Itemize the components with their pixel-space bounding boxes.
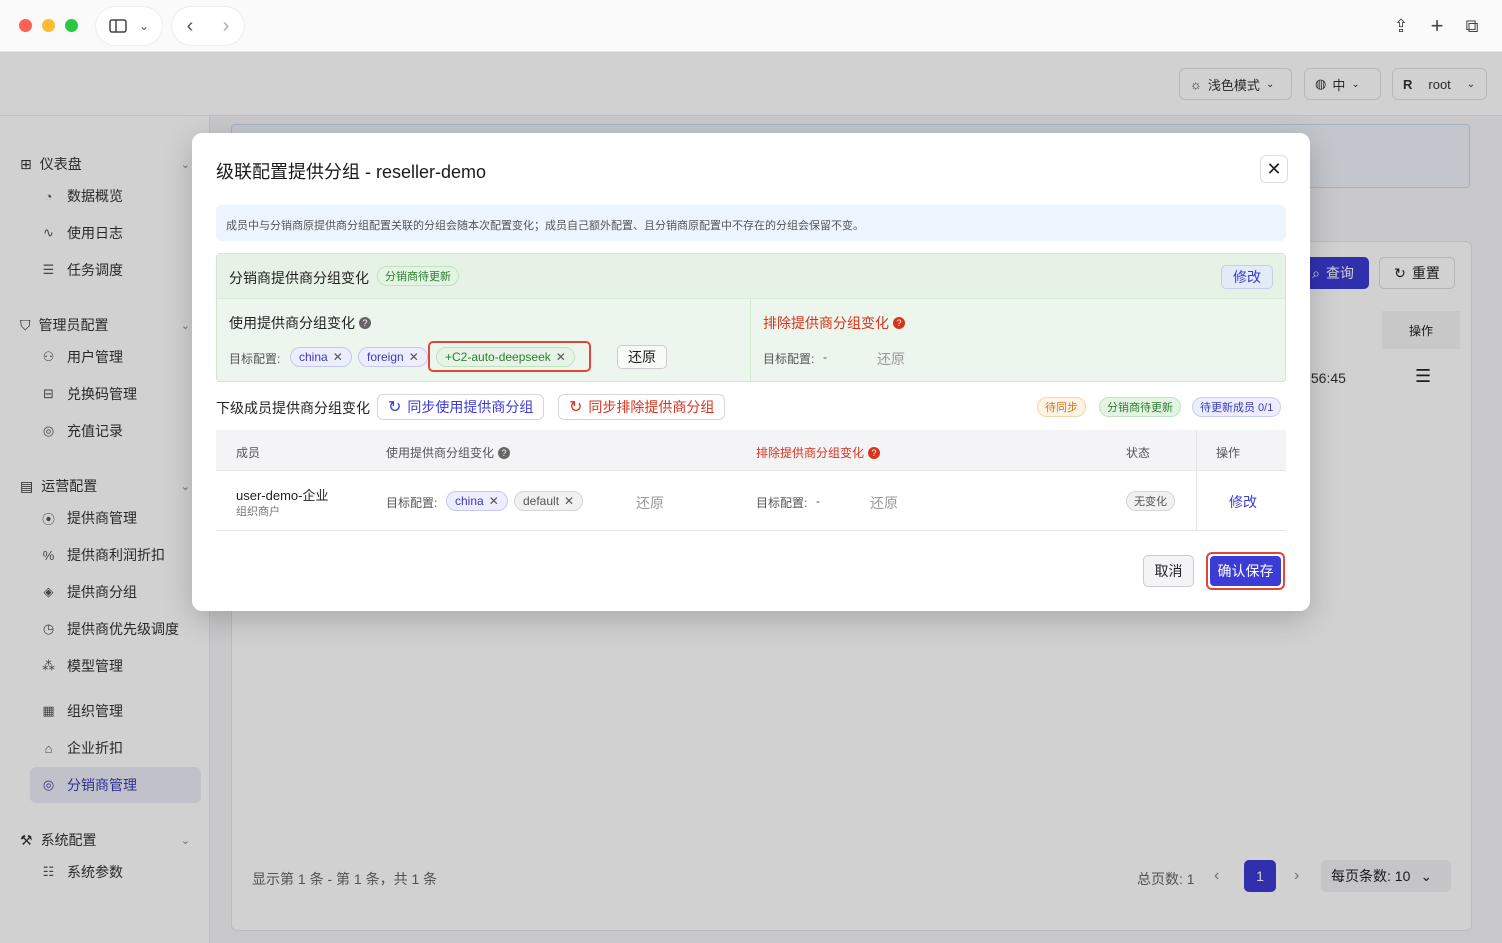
col-header-exclude: 排除提供商分组变化?: [756, 444, 881, 461]
sync-exclude-groups-button[interactable]: ↻ 同步排除提供商分组: [558, 394, 726, 420]
exclude-title-text: 排除提供商分组变化: [763, 315, 889, 331]
use-tag-china: china ✕: [290, 347, 352, 367]
sidebar-toggle-button[interactable]: ⌄: [96, 7, 162, 45]
sync-use-label: 同步使用提供商分组: [407, 399, 534, 415]
close-icon[interactable]: ✕: [556, 350, 566, 364]
pending-sync-badge: 待同步: [1037, 397, 1086, 417]
close-icon: ✕: [1266, 158, 1282, 179]
edit-reseller-button[interactable]: 修改: [1221, 265, 1273, 289]
sync-use-groups-button[interactable]: ↻ 同步使用提供商分组: [377, 394, 545, 420]
help-icon[interactable]: ?: [359, 317, 371, 329]
divider: [1196, 471, 1197, 531]
tag-label: china: [299, 350, 328, 364]
close-modal-button[interactable]: ✕: [1260, 155, 1288, 183]
reseller-change-header: 分销商提供商分组变化 分销商待更新 修改: [217, 254, 1285, 299]
modal-title: 级联配置提供分组 - reseller-demo: [216, 162, 487, 182]
table-header: [216, 430, 1196, 471]
col-header-member: 成员: [236, 446, 261, 460]
close-window-button[interactable]: [19, 19, 32, 32]
sidebar-icon: [109, 19, 127, 33]
close-icon[interactable]: ✕: [333, 350, 343, 364]
exclude-value: -: [823, 350, 827, 364]
col-header-use: 使用提供商分组变化?: [386, 444, 511, 461]
exclude-change-title: 排除提供商分组变化?: [763, 313, 905, 333]
cancel-button[interactable]: 取消: [1143, 555, 1194, 587]
use-tag-foreign: foreign ✕: [358, 347, 428, 367]
target-label: 目标配置:: [386, 496, 438, 510]
table-row: user-demo-企业 组织商户 目标配置: china ✕ default ✕ …: [216, 471, 1286, 531]
tag-label: default: [523, 494, 560, 508]
member-exclude-value: -: [816, 494, 820, 508]
use-restore-button[interactable]: 还原: [617, 345, 667, 369]
tag-label: +C2-auto-deepseek: [445, 350, 551, 364]
zoom-window-button[interactable]: [65, 19, 78, 32]
chevron-down-icon: ⌄: [138, 19, 150, 33]
member-section-title: 下级成员提供商分组变化: [216, 400, 370, 416]
member-tag-default: default ✕: [514, 491, 584, 511]
member-status-badge: 无变化: [1126, 491, 1175, 511]
table-header-ops: [1196, 430, 1286, 471]
target-label: 目标配置:: [763, 352, 815, 366]
back-icon[interactable]: ‹: [187, 15, 194, 38]
col-header-ops: 操作: [1216, 446, 1241, 460]
close-icon[interactable]: ✕: [564, 494, 574, 508]
help-icon[interactable]: ?: [893, 317, 905, 329]
share-icon[interactable]: ⇪: [1390, 15, 1412, 37]
close-icon[interactable]: ✕: [489, 494, 499, 508]
info-banner: 成员中与分销商原提供商分组配置关联的分组会随本次配置变化；成员自己额外配置、且分…: [216, 205, 1286, 241]
member-type: 组织商户: [236, 506, 280, 518]
member-table: 成员 使用提供商分组变化? 排除提供商分组变化? 状态 操作 user-demo…: [216, 430, 1286, 531]
tabs-overview-icon[interactable]: ⧉: [1461, 15, 1483, 37]
target-label: 目标配置:: [756, 496, 808, 510]
help-icon[interactable]: ?: [498, 446, 511, 459]
reseller-change-panel: 分销商提供商分组变化 分销商待更新 修改 使用提供商分组变化? 目标配置: ch…: [216, 253, 1286, 382]
use-tag-c2-auto-deepseek: +C2-auto-deepseek ✕: [436, 347, 575, 367]
header-text: 排除提供商分组变化: [756, 446, 865, 460]
cascade-config-modal: 级联配置提供分组 - reseller-demo ✕ 成员中与分销商原提供商分组…: [192, 133, 1310, 611]
sync-exclude-label: 同步排除提供商分组: [588, 399, 715, 415]
reseller-section-title: 分销商提供商分组变化: [229, 270, 369, 286]
member-tag-china: china ✕: [446, 491, 508, 511]
use-title-text: 使用提供商分组变化: [229, 315, 355, 331]
target-label: 目标配置:: [229, 352, 281, 366]
minimize-window-button[interactable]: [42, 19, 55, 32]
members-pending-badge: 待更新成员 0/1: [1192, 397, 1282, 417]
new-tab-icon[interactable]: +: [1426, 13, 1448, 38]
member-exclude-restore-button[interactable]: 还原: [870, 493, 898, 513]
exclude-restore-button[interactable]: 还原: [877, 349, 905, 369]
member-edit-button[interactable]: 修改: [1229, 492, 1257, 512]
refresh-icon: ↻: [388, 399, 402, 416]
help-icon[interactable]: ?: [868, 446, 881, 459]
close-icon[interactable]: ✕: [409, 350, 419, 364]
member-use-restore-button[interactable]: 还原: [636, 493, 664, 513]
browser-toolbar: ⌄ ‹ › ⇪ + ⧉: [0, 0, 1502, 52]
divider: [750, 299, 751, 381]
status-badge: 分销商待更新: [377, 266, 459, 286]
refresh-icon: ↻: [569, 399, 583, 416]
reseller-pending-badge: 分销商待更新: [1099, 397, 1181, 417]
member-name: user-demo-企业: [236, 488, 329, 503]
col-header-status: 状态: [1126, 446, 1151, 460]
use-change-title: 使用提供商分组变化?: [229, 313, 371, 333]
header-text: 使用提供商分组变化: [386, 446, 495, 460]
forward-icon[interactable]: ›: [223, 15, 230, 38]
confirm-save-button[interactable]: 确认保存: [1210, 556, 1281, 586]
tag-label: foreign: [367, 350, 404, 364]
tag-label: china: [455, 494, 484, 508]
